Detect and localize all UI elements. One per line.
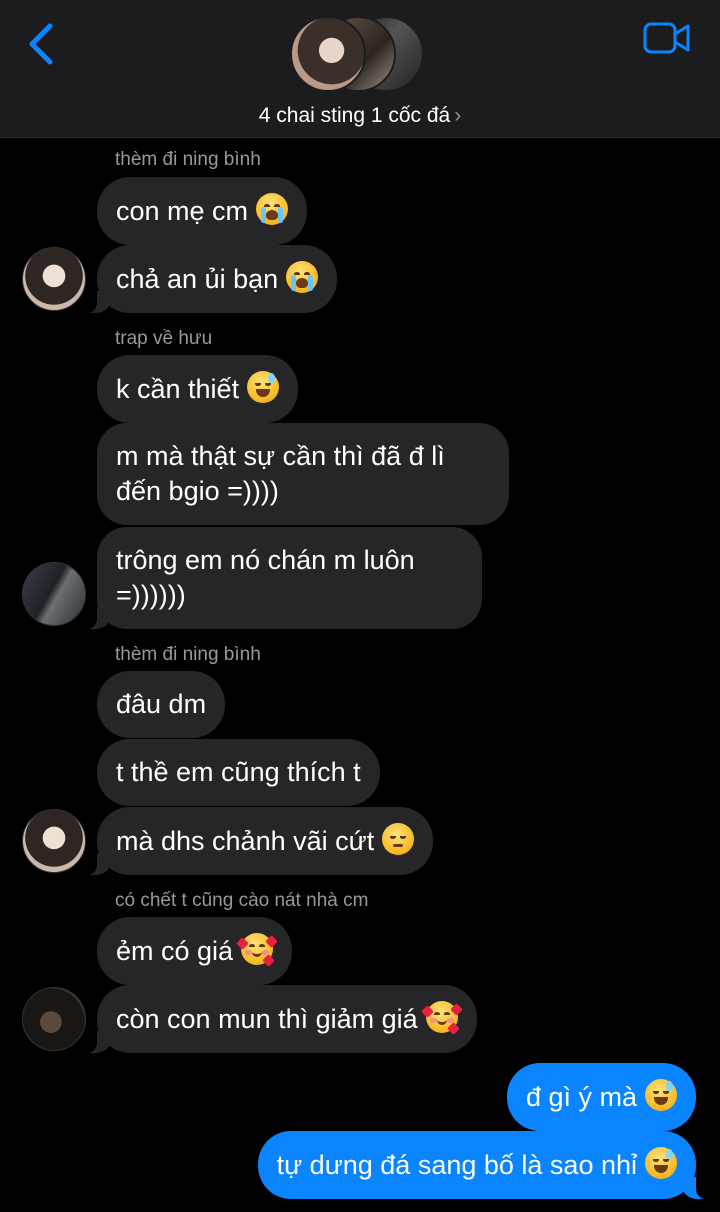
outgoing-message-bubble[interactable]: tự dưng đá sang bố là sao nhỉ xyxy=(257,1131,709,1199)
message-text: đâu dm xyxy=(116,689,207,719)
sender-name: thèm đi ning bình xyxy=(115,644,261,665)
pensive-face-icon xyxy=(382,823,415,855)
sender-name: có chết t cũng cào nát nhà cm xyxy=(115,890,369,911)
message-bubble[interactable]: t thề em cũng thích t xyxy=(97,739,380,806)
back-button[interactable] xyxy=(22,22,62,66)
chevron-left-icon xyxy=(29,23,53,65)
message-bubble[interactable]: con mẹ cm xyxy=(97,177,308,245)
video-camera-icon xyxy=(643,22,690,54)
message-bubble[interactable]: chả an ủi bạn xyxy=(84,245,338,313)
grinning-face-with-sweat-icon xyxy=(645,1079,677,1111)
message-text: mà dhs chảnh vãi cứt xyxy=(116,826,375,856)
message-text: m mà thật sự cần thì đã đ lì đến bgio =)… xyxy=(116,441,445,506)
message-text: chả an ủi bạn xyxy=(116,264,279,294)
smiling-face-with-hearts-icon xyxy=(420,1001,463,1035)
smiling-face-with-hearts-icon xyxy=(236,933,278,967)
message-bubble[interactable]: đâu dm xyxy=(97,671,226,738)
avatar[interactable] xyxy=(22,987,86,1051)
video-call-button[interactable] xyxy=(642,20,692,56)
message-bubble[interactable]: k cần thiết xyxy=(97,355,299,423)
loudly-crying-face-icon xyxy=(286,261,319,293)
group-name[interactable]: 4 chai sting 1 cốc đá › xyxy=(0,104,720,128)
message-text: k cần thiết xyxy=(116,374,240,404)
message-text: đ gì ý mà xyxy=(525,1082,637,1112)
loudly-crying-face-icon xyxy=(256,193,289,225)
message-bubble[interactable]: mà dhs chảnh vãi cứt xyxy=(84,807,434,875)
message-bubble[interactable]: còn con mun thì giảm giá xyxy=(85,985,477,1053)
message-text: tự dưng đá sang bố là sao nhỉ xyxy=(276,1150,637,1180)
member-avatar xyxy=(290,16,366,92)
avatar[interactable] xyxy=(22,247,86,311)
message-text: trông em nó chán m luôn =)))))) xyxy=(116,545,415,610)
group-title-text: 4 chai sting 1 cốc đá xyxy=(258,104,451,127)
avatar[interactable] xyxy=(22,809,86,873)
grinning-face-with-sweat-icon xyxy=(645,1147,677,1179)
message-bubble[interactable]: trông em nó chán m luôn =)))))) xyxy=(85,527,482,629)
message-bubble[interactable]: m mà thật sự cần thì đã đ lì đến bgio =)… xyxy=(97,423,509,525)
message-text: ẻm có giá xyxy=(116,936,234,966)
avatar[interactable] xyxy=(22,562,86,626)
sender-name: trap về hưu xyxy=(115,328,213,349)
outgoing-message-bubble[interactable]: đ gì ý mà xyxy=(506,1063,696,1131)
message-text: t thề em cũng thích t xyxy=(116,757,361,787)
chat-header: 4 chai sting 1 cốc đá › xyxy=(0,0,720,138)
chevron-right-icon: › xyxy=(454,104,462,127)
group-avatar[interactable] xyxy=(290,16,430,96)
grinning-face-with-sweat-icon xyxy=(247,371,280,403)
message-text: còn con mun thì giảm giá xyxy=(116,1004,418,1034)
sender-name: thèm đi ning bình xyxy=(115,149,261,170)
message-text: con mẹ cm xyxy=(116,196,249,226)
message-bubble[interactable]: ẻm có giá xyxy=(97,917,293,985)
